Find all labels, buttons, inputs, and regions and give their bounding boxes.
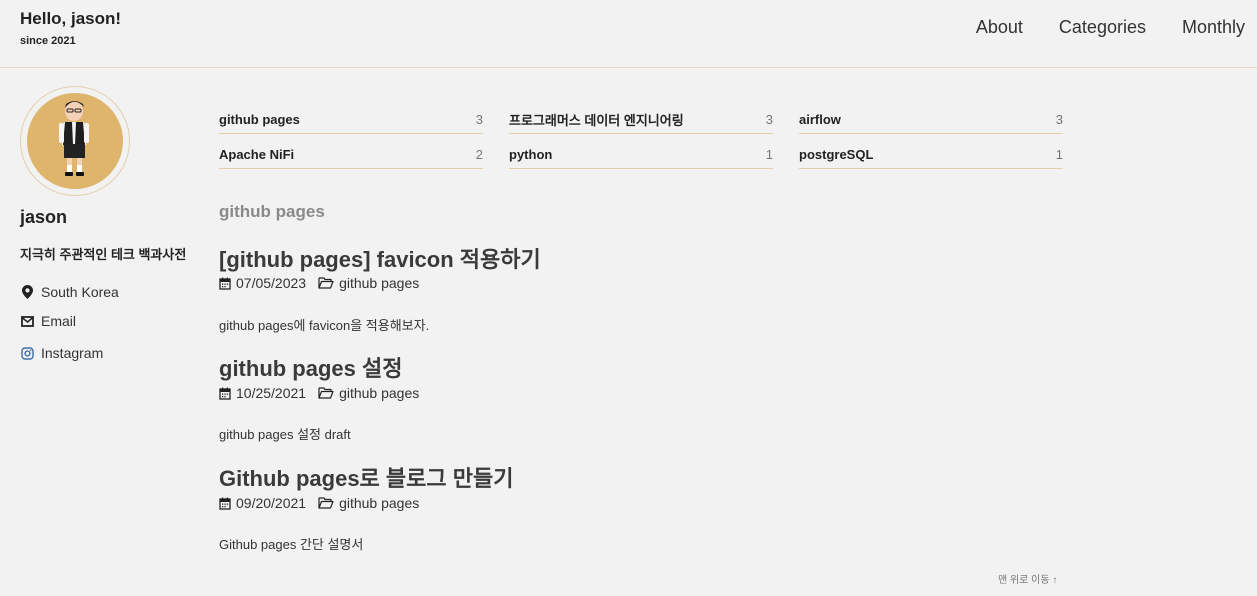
- author-email-link[interactable]: Email: [20, 313, 76, 329]
- post-date: 09/20/2021: [236, 495, 307, 511]
- post-title[interactable]: [github pages] favicon 적용하기: [219, 242, 541, 274]
- folder-open-icon: [318, 496, 335, 510]
- nav-about[interactable]: About: [976, 17, 1023, 38]
- post-excerpt: github pages에 favicon을 적용해보자.: [219, 318, 430, 333]
- post-category-link[interactable]: github pages: [318, 385, 419, 401]
- category-name: github pages: [219, 112, 300, 127]
- avatar: [20, 86, 130, 196]
- category-name: postgreSQL: [799, 147, 874, 162]
- avatar-image: [27, 93, 123, 189]
- category-item[interactable]: airflow 3: [799, 102, 1063, 134]
- category-name: airflow: [799, 112, 841, 127]
- author-location-label: South Korea: [41, 284, 119, 300]
- site-title[interactable]: Hello, jason!: [20, 9, 121, 29]
- post-category-link[interactable]: github pages: [318, 275, 419, 291]
- post-category-link[interactable]: github pages: [318, 495, 419, 511]
- category-item[interactable]: github pages 3: [219, 102, 483, 134]
- category-name: 프로그래머스 데이터 엔지니어링: [509, 113, 684, 128]
- category-item[interactable]: postgreSQL 1: [799, 137, 1063, 169]
- category-count: 1: [765, 147, 773, 162]
- post-meta: 07/05/2023 github pages: [219, 275, 419, 291]
- category-count: 2: [475, 147, 483, 162]
- envelope-icon: [20, 314, 34, 328]
- author-name: jason: [20, 207, 68, 227]
- section-title: github pages: [219, 202, 325, 221]
- author-instagram-label[interactable]: Instagram: [41, 345, 103, 361]
- nav-monthly[interactable]: Monthly: [1182, 17, 1245, 38]
- category-name: python: [509, 147, 553, 162]
- category-item[interactable]: 프로그래머스 데이터 엔지니어링 3: [509, 102, 773, 134]
- author-email-label[interactable]: Email: [41, 313, 76, 329]
- site-subtitle: since 2021: [20, 35, 76, 47]
- author-location: South Korea: [20, 284, 119, 300]
- category-item[interactable]: python 1: [509, 137, 773, 169]
- calendar-icon: [219, 276, 233, 290]
- post-date: 07/05/2023: [236, 275, 307, 291]
- back-to-top-link[interactable]: 맨 위로 이동 ↑: [998, 571, 1057, 586]
- folder-open-icon: [318, 276, 335, 290]
- post-category-label[interactable]: github pages: [339, 385, 419, 401]
- category-count: 1: [1055, 147, 1063, 162]
- masthead: Hello, jason! since 2021 About Categorie…: [0, 0, 1257, 68]
- calendar-icon: [219, 496, 233, 510]
- category-count: 3: [765, 112, 773, 127]
- main-nav: About Categories Monthly: [976, 17, 1245, 38]
- nav-categories[interactable]: Categories: [1059, 17, 1146, 38]
- post-date: 10/25/2021: [236, 385, 307, 401]
- post-excerpt: github pages 설정 draft: [219, 427, 351, 442]
- post-meta: 10/25/2021 github pages: [219, 385, 419, 401]
- author-bio: 지극히 주관적인 테크 백과사전: [20, 247, 187, 262]
- post-meta: 09/20/2021 github pages: [219, 495, 419, 511]
- calendar-icon: [219, 386, 233, 400]
- post-title[interactable]: github pages 설정: [219, 351, 402, 383]
- post-category-label[interactable]: github pages: [339, 275, 419, 291]
- category-count: 3: [475, 112, 483, 127]
- category-name: Apache NiFi: [219, 147, 295, 162]
- category-item[interactable]: Apache NiFi 2: [219, 137, 483, 169]
- category-count: 3: [1055, 112, 1063, 127]
- instagram-icon: [20, 346, 34, 360]
- folder-open-icon: [318, 386, 335, 400]
- post-excerpt: Github pages 간단 설명서: [219, 537, 364, 552]
- post-title[interactable]: Github pages로 블로그 만들기: [219, 461, 513, 493]
- post-category-label[interactable]: github pages: [339, 495, 419, 511]
- map-marker-icon: [20, 285, 34, 299]
- author-instagram-link[interactable]: Instagram: [20, 345, 103, 361]
